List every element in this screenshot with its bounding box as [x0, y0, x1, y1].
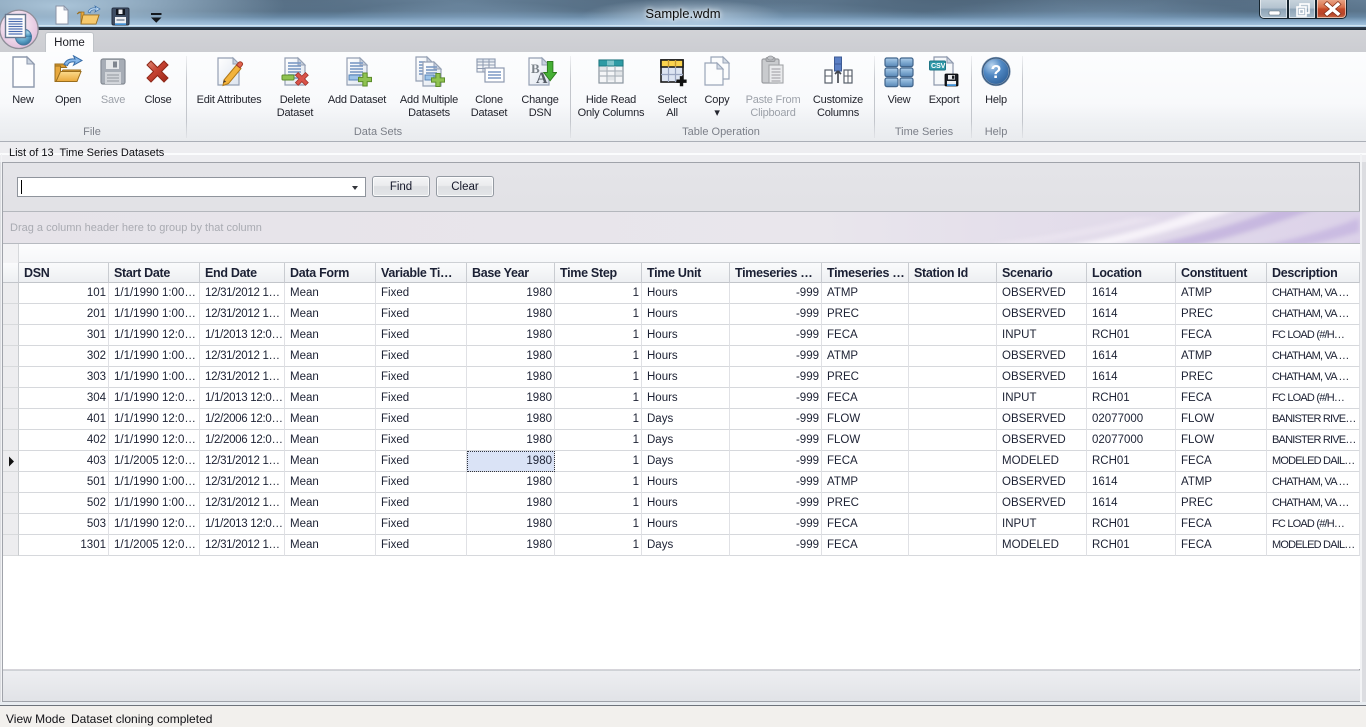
svg-text:?: ? [991, 62, 1002, 82]
svg-text:CSV: CSV [931, 61, 946, 70]
